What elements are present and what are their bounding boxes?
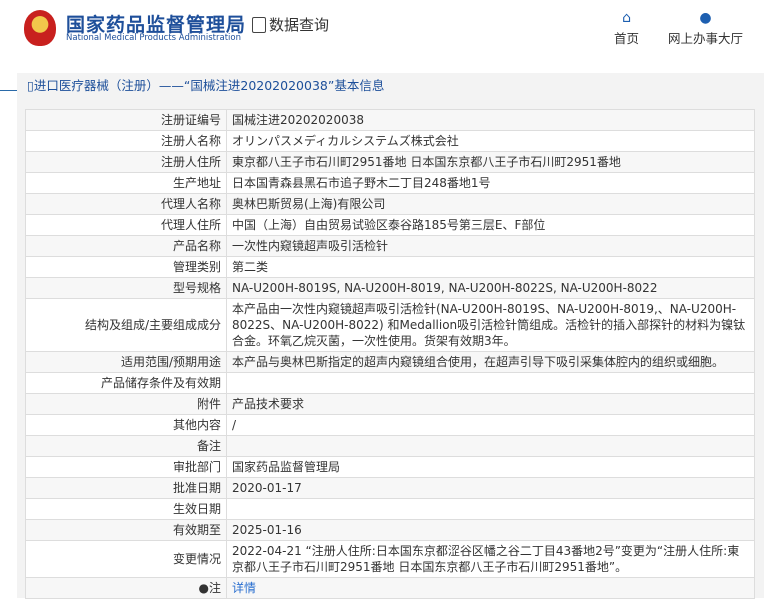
- table-row: 批准日期 2020-01-17: [25, 477, 755, 499]
- table-row: 产品名称 一次性内窥镜超声吸引活检针: [25, 235, 755, 257]
- row-label: 管理类别: [25, 256, 227, 278]
- table-row: 备注: [25, 435, 755, 457]
- details-link[interactable]: 详情: [232, 581, 256, 595]
- row-value: 本产品由一次性内窥镜超声吸引活检针(NA-U200H-8019S、NA-U200…: [226, 298, 755, 352]
- row-label: 产品储存条件及有效期: [25, 372, 227, 394]
- row-label: 其他内容: [25, 414, 227, 436]
- document-search-icon: [252, 16, 266, 33]
- row-label: 备注: [25, 435, 227, 457]
- row-label: 生效日期: [25, 498, 227, 520]
- row-value: 一次性内窥镜超声吸引活检针: [226, 235, 755, 257]
- row-value: 第二类: [226, 256, 755, 278]
- row-value: 详情: [226, 577, 755, 599]
- table-row: 有效期至 2025-01-16: [25, 519, 755, 541]
- nav-online-hall[interactable]: ● 网上办事大厅: [668, 10, 743, 47]
- row-label: 型号规格: [25, 277, 227, 299]
- detail-table: 注册证编号 国械注进20202020038 注册人名称 オリンパスメディカルシステムズ…: [25, 109, 755, 599]
- row-label: 产品名称: [25, 235, 227, 257]
- row-value: 中国（上海）自由贸易试验区泰谷路185号第三层E、F部位: [226, 214, 755, 236]
- row-label: 有效期至: [25, 519, 227, 541]
- row-value: 国械注进20202020038: [226, 109, 755, 131]
- row-value: 2025-01-16: [226, 519, 755, 541]
- table-row: 审批部门 国家药品监督管理局: [25, 456, 755, 478]
- row-value: 東京都八王子市石川町2951番地 日本国东京都八王子市石川町2951番地: [226, 151, 755, 173]
- row-value: 2022-04-21 “注册人住所:日本国东京都涩谷区幡之谷二丁目43番地2号”…: [226, 540, 755, 578]
- row-label: 生产地址: [25, 172, 227, 194]
- row-value: 2020-01-17: [226, 477, 755, 499]
- home-icon: ⌂: [622, 10, 631, 26]
- row-value: [226, 435, 755, 457]
- table-row: 附件 产品技术要求: [25, 393, 755, 415]
- row-value: 本产品与奥林巴斯指定的超声内窥镜组合使用，在超声引导下吸引采集体腔内的组织或细胞…: [226, 351, 755, 373]
- note-row: ●注 详情: [25, 577, 755, 599]
- row-label: 审批部门: [25, 456, 227, 478]
- row-value: /: [226, 414, 755, 436]
- detail-panel: ▯进口医疗器械（注册）——“国械注进20202020038”基本信息 注册证编号…: [17, 73, 764, 599]
- national-emblem-logo: [24, 10, 56, 46]
- table-row: 结构及组成/主要组成成分 本产品由一次性内窥镜超声吸引活检针(NA-U200H-8…: [25, 298, 755, 352]
- data-query-label: 数据查询: [269, 16, 330, 34]
- row-label: 注册人名称: [25, 130, 227, 152]
- row-label: 注册证编号: [25, 109, 227, 131]
- table-row: 适用范围/预期用途 本产品与奥林巴斯指定的超声内窥镜组合使用，在超声引导下吸引采集…: [25, 351, 755, 373]
- row-label: 变更情况: [25, 540, 227, 578]
- table-row: 其他内容 /: [25, 414, 755, 436]
- row-label: 附件: [25, 393, 227, 415]
- nav-home[interactable]: ⌂ 首页: [614, 10, 639, 47]
- row-value: 奥林巴斯贸易(上海)有限公司: [226, 193, 755, 215]
- table-row: 注册证编号 国械注进20202020038: [25, 109, 755, 131]
- table-row: 管理类别 第二类: [25, 256, 755, 278]
- row-label: 批准日期: [25, 477, 227, 499]
- row-value: NA-U200H-8019S, NA-U200H-8019, NA-U200H-…: [226, 277, 755, 299]
- note-label: 注: [208, 581, 221, 595]
- table-row: 产品储存条件及有效期: [25, 372, 755, 394]
- row-label: 结构及组成/主要组成成分: [25, 298, 227, 352]
- row-value: [226, 372, 755, 394]
- row-label: 注册人住所: [25, 151, 227, 173]
- row-value: オリンパスメディカルシステムズ株式会社: [226, 130, 755, 152]
- row-value: 日本国青森县黑石市追子野木二丁目248番地1号: [226, 172, 755, 194]
- table-row: 生效日期: [25, 498, 755, 520]
- row-label: 适用范围/预期用途: [25, 351, 227, 373]
- panel-title: ▯进口医疗器械（注册）——“国械注进20202020038”基本信息: [27, 78, 385, 93]
- data-query-title: 数据查询: [252, 14, 329, 35]
- nav-home-label: 首页: [614, 31, 640, 46]
- table-row: 注册人住所 東京都八王子市石川町2951番地 日本国东京都八王子市石川町2951番…: [25, 151, 755, 173]
- panel-title-text: 进口医疗器械（注册）——“国械注进20202020038”基本信息: [33, 78, 385, 93]
- row-value: 国家药品监督管理局: [226, 456, 755, 478]
- nav-online-label: 网上办事大厅: [668, 31, 744, 46]
- logo-subtitle: National Medical Products Administration: [66, 33, 241, 43]
- row-label: ●注: [25, 577, 227, 599]
- table-row: 生产地址 日本国青森县黑石市追子野木二丁目248番地1号: [25, 172, 755, 194]
- table-row: 代理人名称 奥林巴斯贸易(上海)有限公司: [25, 193, 755, 215]
- row-label: 代理人名称: [25, 193, 227, 215]
- table-row: 型号规格 NA-U200H-8019S, NA-U200H-8019, NA-U2…: [25, 277, 755, 299]
- table-row: 代理人住所 中国（上海）自由贸易试验区泰谷路185号第三层E、F部位: [25, 214, 755, 236]
- pin-icon: ●: [198, 581, 209, 595]
- row-value: 产品技术要求: [226, 393, 755, 415]
- row-label: 代理人住所: [25, 214, 227, 236]
- table-row: 注册人名称 オリンパスメディカルシステムズ株式会社: [25, 130, 755, 152]
- user-icon: ●: [699, 10, 712, 26]
- row-value: [226, 498, 755, 520]
- table-row: 变更情况 2022-04-21 “注册人住所:日本国东京都涩谷区幡之谷二丁目43番…: [25, 540, 755, 578]
